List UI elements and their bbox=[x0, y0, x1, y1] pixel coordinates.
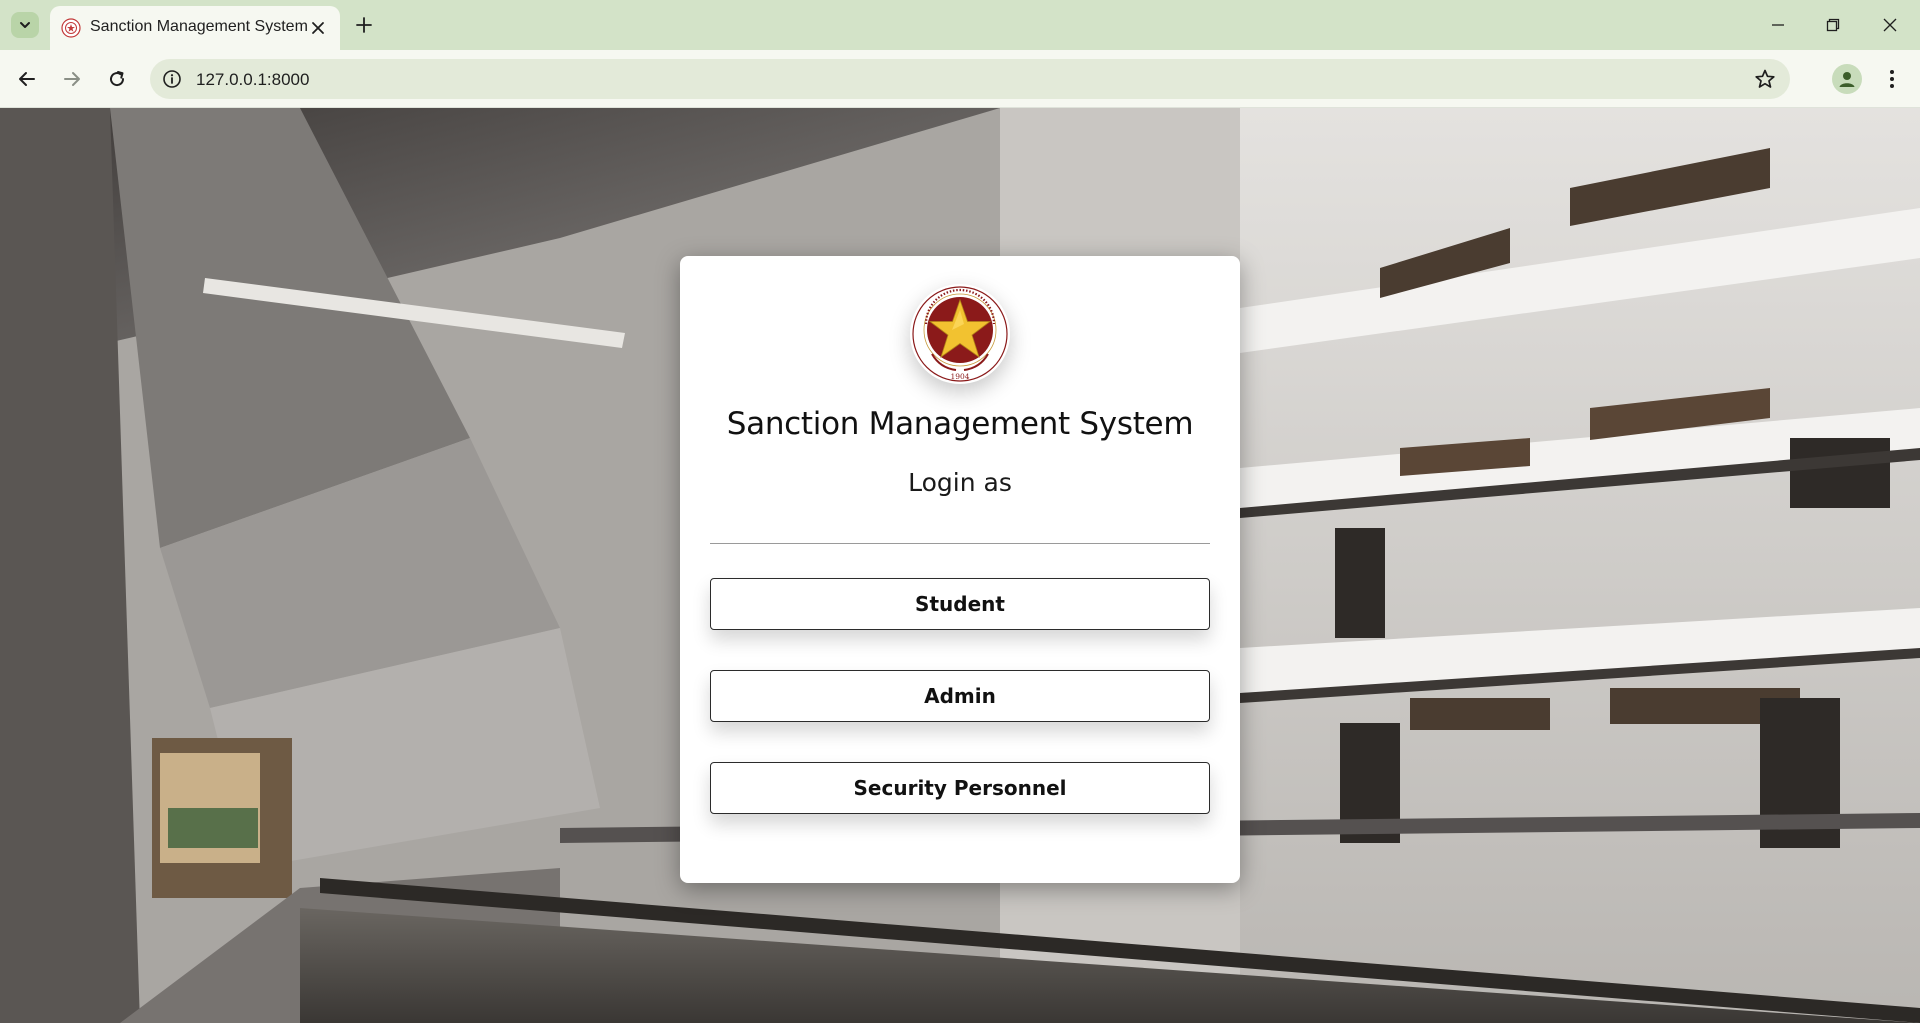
url-text[interactable]: 127.0.0.1:8000 bbox=[196, 70, 309, 90]
arrow-right-icon bbox=[64, 72, 80, 86]
security-personnel-login-button[interactable]: Security Personnel bbox=[710, 762, 1210, 814]
reload-button[interactable] bbox=[101, 63, 133, 95]
arrow-left-icon bbox=[19, 72, 35, 86]
seal-year: 1904 bbox=[950, 372, 969, 381]
chevron-down-icon bbox=[20, 22, 30, 28]
new-tab-button[interactable] bbox=[352, 13, 376, 37]
divider bbox=[710, 543, 1210, 544]
profile-button[interactable] bbox=[1832, 64, 1862, 94]
site-info-icon[interactable] bbox=[162, 69, 182, 89]
bookmark-star-icon[interactable] bbox=[1754, 68, 1776, 90]
close-icon bbox=[312, 22, 324, 34]
tab-title: Sanction Management System bbox=[90, 18, 308, 35]
browser-tab-bar: Sanction Management System bbox=[0, 0, 1920, 50]
browser-tab[interactable]: Sanction Management System bbox=[50, 6, 340, 50]
university-seal-logo: 1904 bbox=[910, 284, 1010, 384]
page-viewport: 1904 Sanction Management System Login as… bbox=[0, 108, 1920, 1023]
forward-button[interactable] bbox=[56, 63, 88, 95]
plus-icon bbox=[356, 17, 372, 33]
restore-icon bbox=[1826, 18, 1840, 32]
kebab-menu-icon bbox=[1890, 70, 1894, 88]
minimize-button[interactable] bbox=[1763, 10, 1793, 40]
pup-seal-icon bbox=[61, 18, 81, 38]
address-bar[interactable]: 127.0.0.1:8000 bbox=[150, 59, 1790, 99]
page-title: Sanction Management System bbox=[726, 406, 1194, 442]
student-login-button[interactable]: Student bbox=[710, 578, 1210, 630]
browser-toolbar: 127.0.0.1:8000 bbox=[0, 50, 1920, 108]
minimize-icon bbox=[1772, 24, 1784, 26]
reload-icon bbox=[110, 71, 125, 87]
admin-login-button[interactable]: Admin bbox=[710, 670, 1210, 722]
back-button[interactable] bbox=[11, 63, 43, 95]
login-as-label: Login as bbox=[908, 468, 1012, 497]
pup-seal-icon: 1904 bbox=[911, 285, 1009, 383]
restore-button[interactable] bbox=[1818, 10, 1848, 40]
close-icon bbox=[1883, 18, 1897, 32]
profile-avatar-icon bbox=[1839, 72, 1855, 87]
browser-menu-button[interactable] bbox=[1878, 64, 1906, 94]
login-card: 1904 Sanction Management System Login as… bbox=[680, 256, 1240, 883]
tab-search-button[interactable] bbox=[11, 12, 39, 38]
tab-close-button[interactable] bbox=[308, 18, 328, 38]
close-window-button[interactable] bbox=[1875, 10, 1905, 40]
